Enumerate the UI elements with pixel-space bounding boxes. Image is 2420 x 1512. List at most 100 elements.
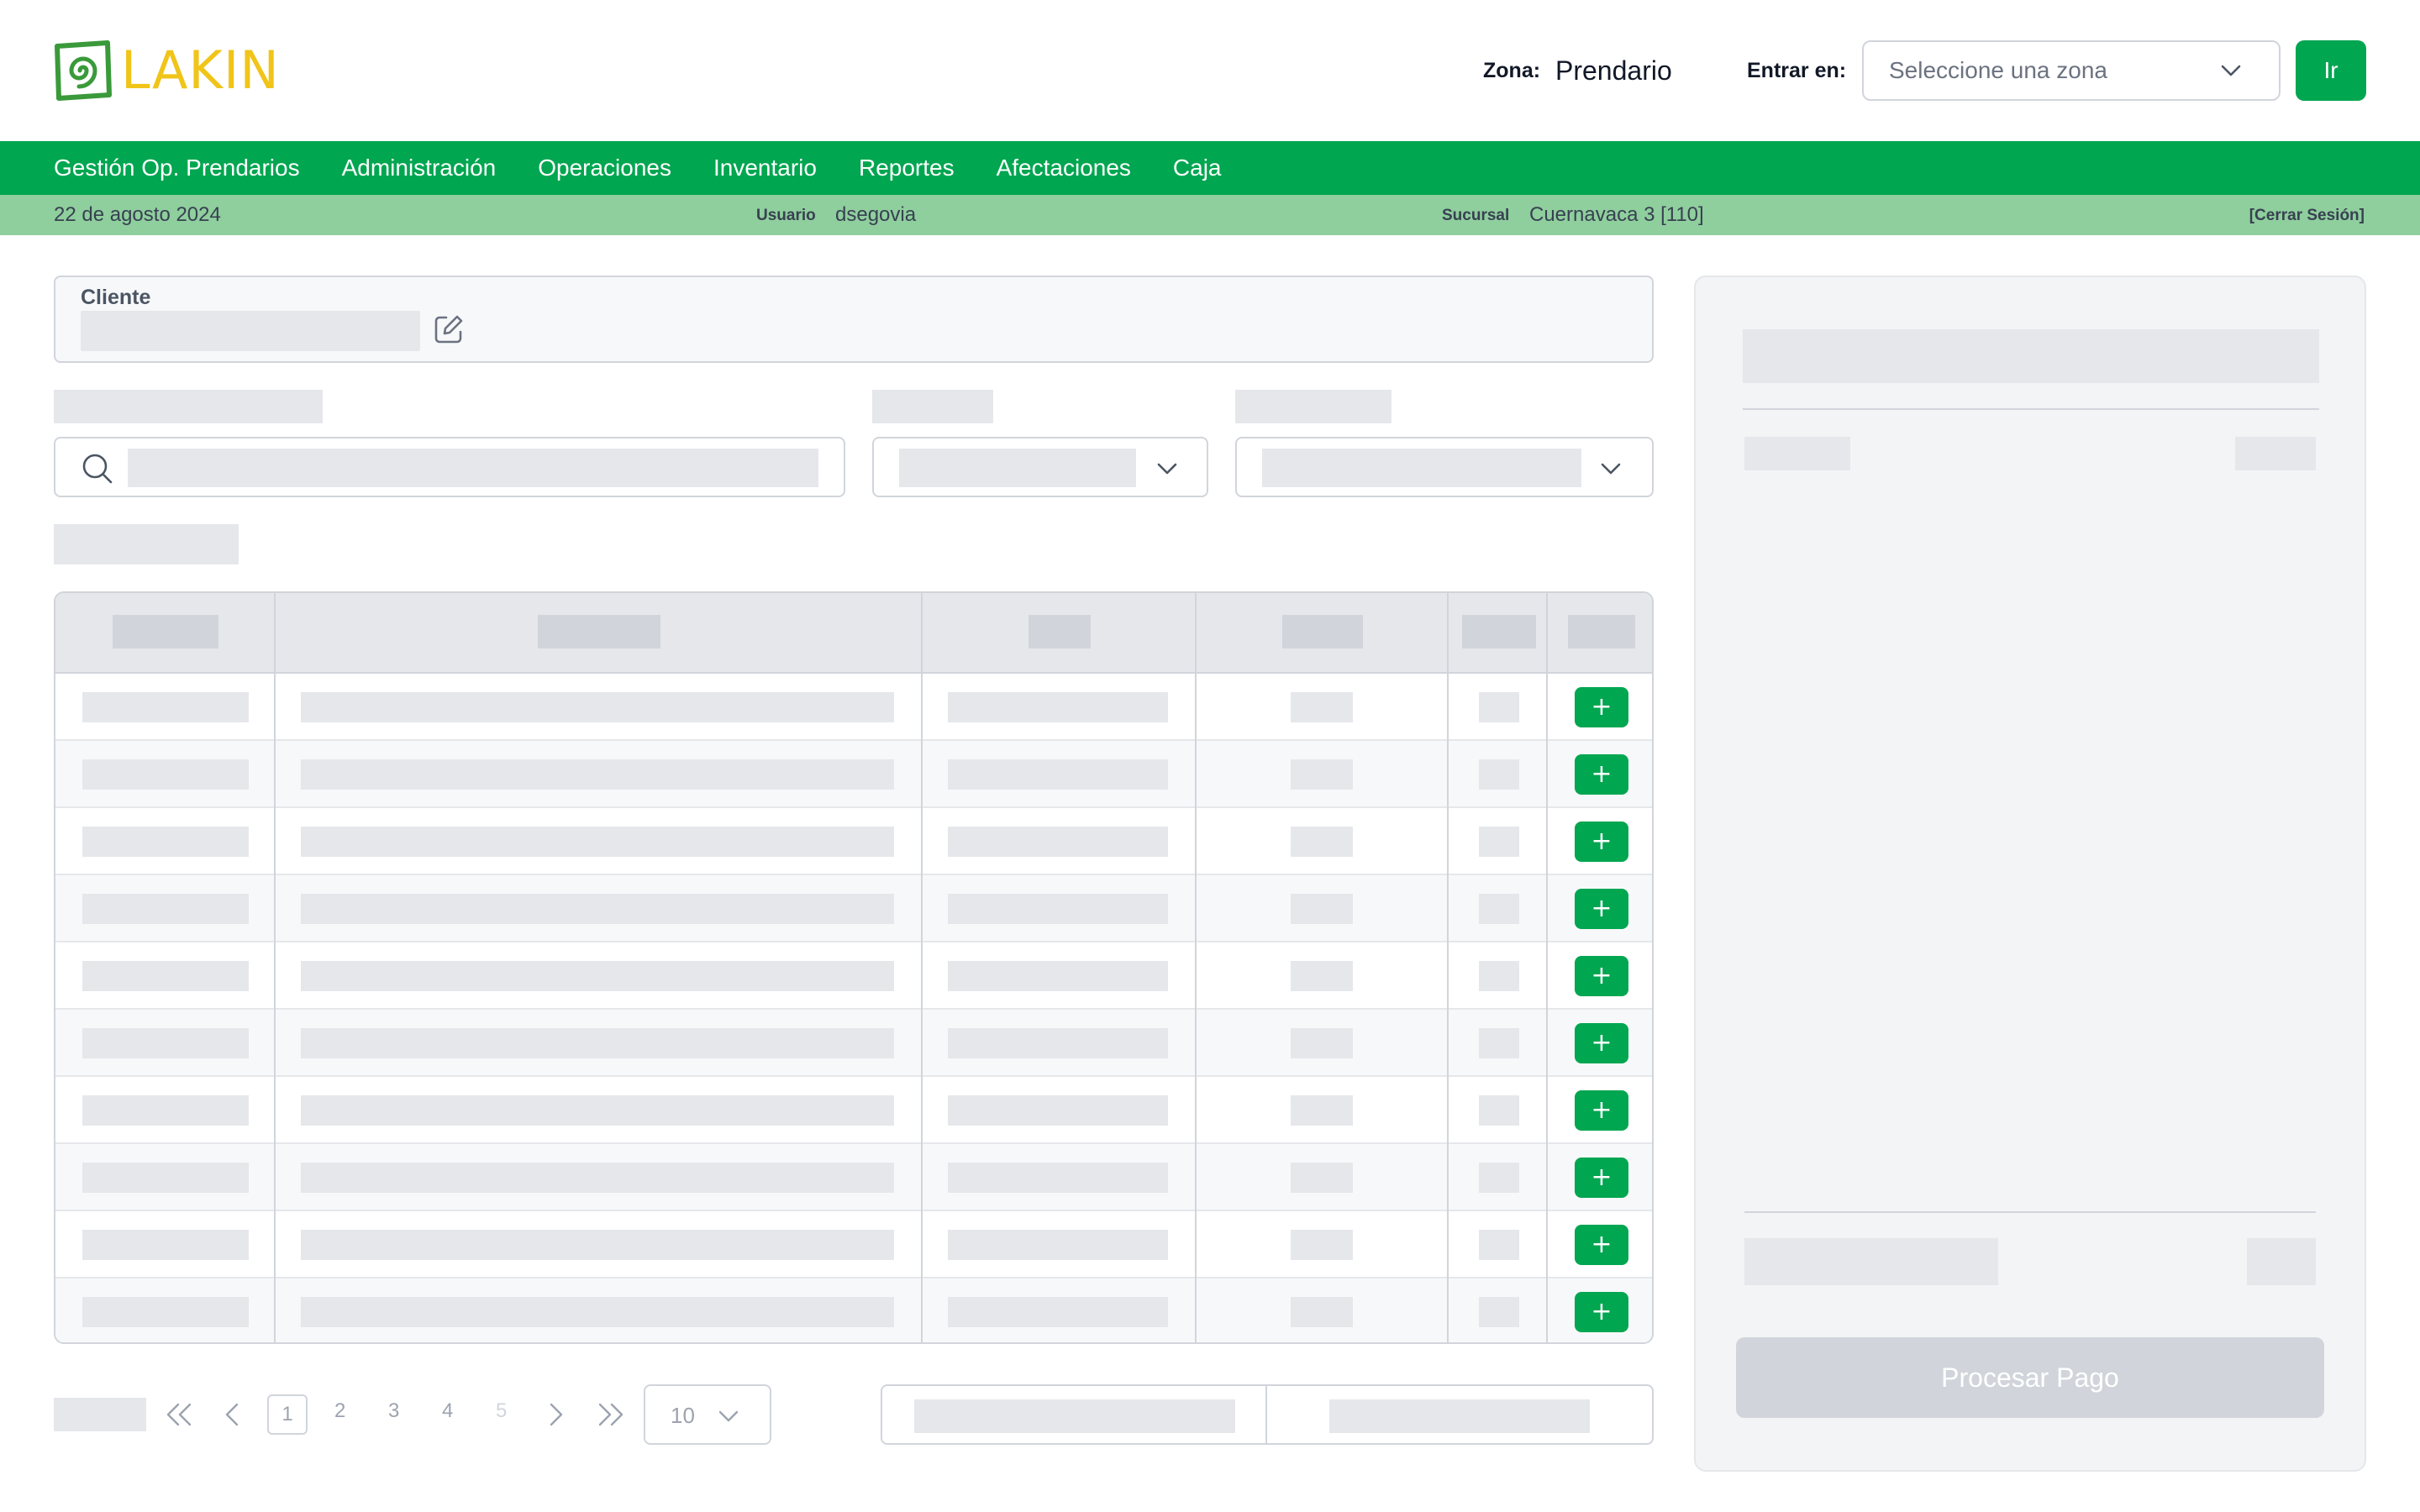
search-input[interactable] [54,437,845,497]
cell-skeleton [1479,759,1519,790]
add-row-button[interactable]: + [1575,956,1628,996]
chevron-right-icon[interactable] [546,1401,565,1428]
cell-skeleton [948,1095,1168,1126]
totals-skeleton [914,1399,1235,1433]
add-row-button[interactable]: + [1575,754,1628,795]
filter-select-1[interactable] [872,437,1208,497]
filter-select-1-skeleton [899,449,1136,487]
table-row: + [55,808,1652,875]
user-name: dsegovia [835,203,917,226]
panel-divider [1743,408,2319,410]
cell-skeleton [948,1028,1168,1058]
cell-skeleton [1291,961,1353,991]
info-bar: 22 de agosto 2024 Usuario dsegovia Sucur… [0,195,2420,235]
table-row: + [55,1211,1652,1278]
add-row-button[interactable]: + [1575,1158,1628,1198]
page-button-5[interactable]: 5 [496,1399,507,1423]
panel-line-skeleton [1744,437,1850,470]
chevron-down-icon [718,1410,739,1422]
filter2-label-skeleton [1235,390,1392,423]
nav-item-gestion[interactable]: Gestión Op. Prendarios [54,155,300,181]
logo-text: LAKIN [121,39,280,101]
cell-skeleton [1479,1163,1519,1193]
results-label-skeleton [54,524,239,564]
nav-item-operaciones[interactable]: Operaciones [538,155,671,181]
branch-name: Cuernavaca 3 [110] [1529,203,1704,226]
table-row: + [55,1278,1652,1342]
add-row-button[interactable]: + [1575,1023,1628,1063]
cell-skeleton [301,1028,894,1058]
search-label-skeleton [54,390,323,423]
spiral-logo-icon [55,40,112,101]
add-row-button[interactable]: + [1575,889,1628,929]
filter-select-2[interactable] [1235,437,1654,497]
cell-skeleton [1479,1028,1519,1058]
chevrons-left-icon[interactable] [165,1401,193,1428]
column-divider [274,593,276,1342]
cell-skeleton [82,759,249,790]
table-header [55,593,1652,674]
page-button-2[interactable]: 2 [334,1399,345,1423]
client-card: Cliente [54,276,1654,363]
cell-skeleton [1291,1230,1353,1260]
nav-item-inventario[interactable]: Inventario [713,155,817,181]
add-row-button[interactable]: + [1575,822,1628,862]
panel-title-skeleton [1743,329,2319,383]
process-payment-button[interactable]: Procesar Pago [1736,1337,2324,1418]
column-header-skeleton [1462,615,1536,648]
logout-link[interactable]: [Cerrar Sesión] [2249,207,2365,225]
page-size-select[interactable]: 10 [644,1384,771,1445]
cell-skeleton [82,1230,249,1260]
search-icon [82,454,113,484]
nav-item-caja[interactable]: Caja [1173,155,1222,181]
column-divider [1546,593,1548,1342]
cell-skeleton [301,1095,894,1126]
panel-total-skeleton [2247,1238,2316,1285]
zone-select[interactable]: Seleccione una zona [1862,40,2281,101]
cell-skeleton [301,1163,894,1193]
cell-skeleton [948,1297,1168,1327]
column-divider [921,593,923,1342]
branch-label: Sucursal [1442,207,1510,224]
column-header-skeleton [1568,615,1635,648]
main-nav: Gestión Op. Prendarios Administración Op… [0,141,2420,195]
add-row-button[interactable]: + [1575,687,1628,727]
cell-skeleton [82,1095,249,1126]
client-name-skeleton [81,311,420,351]
edit-icon[interactable] [432,312,466,346]
go-button[interactable]: Ir [2296,40,2366,101]
data-table: + + + + + + + + + + [54,591,1654,1344]
add-row-button[interactable]: + [1575,1225,1628,1265]
column-header-skeleton [538,615,660,648]
nav-item-reportes[interactable]: Reportes [859,155,955,181]
cell-skeleton [301,1297,894,1327]
logo[interactable]: LAKIN [52,39,280,102]
nav-item-afectaciones[interactable]: Afectaciones [997,155,1131,181]
cell-skeleton [82,1163,249,1193]
table-row: + [55,1144,1652,1211]
nav-item-administracion[interactable]: Administración [342,155,497,181]
add-row-button[interactable]: + [1575,1292,1628,1332]
add-row-button[interactable]: + [1575,1090,1628,1131]
cell-skeleton [301,894,894,924]
column-header-skeleton [1282,615,1363,648]
header: LAKIN Zona: Prendario Entrar en: Selecci… [0,0,2420,141]
cell-skeleton [1479,894,1519,924]
column-header-skeleton [113,615,218,648]
cell-skeleton [1291,759,1353,790]
cell-skeleton [82,894,249,924]
table-row: + [55,942,1652,1010]
cell-skeleton [301,961,894,991]
cell-skeleton [948,759,1168,790]
page-button-3[interactable]: 3 [388,1399,399,1423]
zona-label: Zona: [1483,59,1541,82]
column-header-skeleton [1028,615,1091,648]
page-button-1[interactable]: 1 [267,1394,308,1435]
cell-skeleton [1479,1297,1519,1327]
zone-select-placeholder: Seleccione una zona [1889,57,2107,83]
chevron-left-icon[interactable] [224,1401,242,1428]
table-row: + [55,741,1652,808]
page-button-4[interactable]: 4 [442,1399,453,1423]
chevron-down-icon [2221,65,2241,76]
chevrons-right-icon[interactable] [597,1401,625,1428]
